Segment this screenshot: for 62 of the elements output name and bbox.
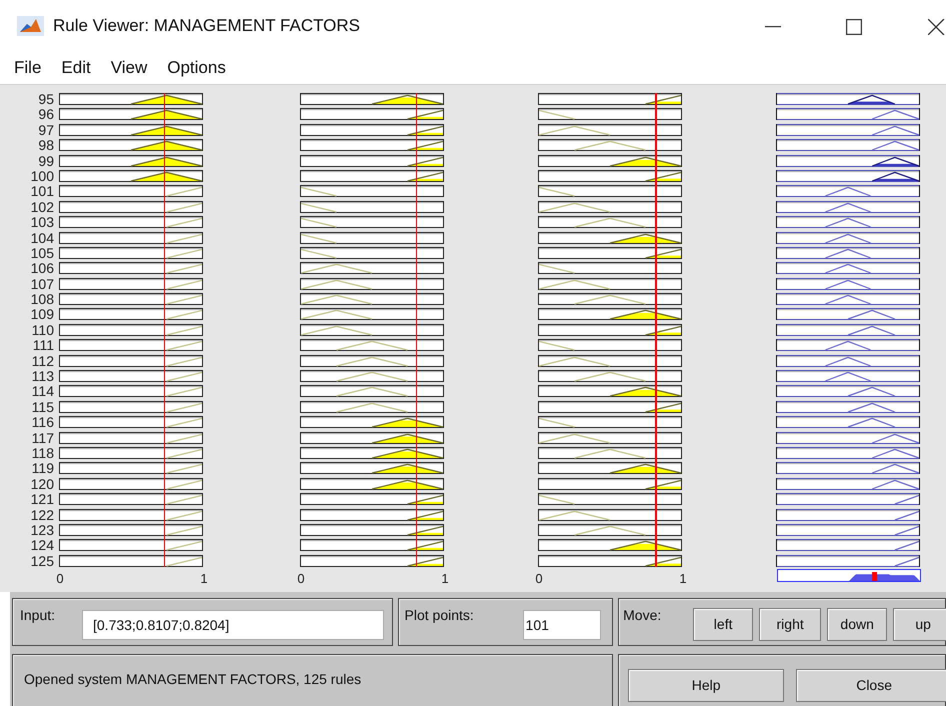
move-button[interactable]: right <box>759 608 822 641</box>
input-field[interactable]: [0.733;0.8107;0.8204] <box>82 610 384 640</box>
close-icon[interactable] <box>928 19 946 35</box>
rule-number: 95 <box>38 93 54 105</box>
rule-number: 105 <box>30 246 54 259</box>
status-message: Opened system MANAGEMENT FACTORS, 125 rules <box>24 670 362 689</box>
rule-number: 120 <box>30 478 54 490</box>
dialog-button[interactable]: Close <box>796 669 946 702</box>
rule-number: 104 <box>30 232 54 244</box>
rule-number: 113 <box>32 370 54 382</box>
move-button[interactable]: up <box>893 608 946 641</box>
rule-number: 121 <box>30 493 54 506</box>
app-logo-icon <box>17 16 44 36</box>
rule-number: 97 <box>38 124 54 136</box>
rule-number: 100 <box>30 170 54 182</box>
rule-number: 118 <box>32 446 54 459</box>
axis-tick-label: 1 <box>440 572 450 586</box>
maximize-icon[interactable] <box>846 19 862 35</box>
menu-item[interactable]: View <box>110 55 148 81</box>
move-button[interactable]: left <box>693 608 754 641</box>
rule-number: 115 <box>32 400 54 413</box>
rule-number: 112 <box>32 354 54 367</box>
axis-tick-label: 0 <box>55 572 65 586</box>
rule-number: 110 <box>32 324 54 336</box>
axis-tick-label: 1 <box>678 572 688 586</box>
window-title: Rule Viewer: MANAGEMENT FACTORS <box>53 15 360 38</box>
rule-number: 103 <box>30 216 54 228</box>
rule-number: 99 <box>38 154 54 167</box>
rule-number: 98 <box>38 139 54 152</box>
rule-number: 111 <box>32 339 54 352</box>
move-label: Move: <box>623 606 662 625</box>
axis-tick-label: 0 <box>534 572 544 586</box>
rule-number: 119 <box>32 462 54 474</box>
rule-number: 108 <box>30 293 54 306</box>
rule-number: 124 <box>30 539 54 552</box>
rule-number: 102 <box>30 200 54 213</box>
rule-number: 122 <box>30 508 54 521</box>
move-button[interactable]: down <box>827 608 888 641</box>
input-value-line[interactable] <box>164 93 166 567</box>
rule-number: 116 <box>32 416 54 428</box>
plot-points-label: Plot points: <box>404 606 474 625</box>
rule-number: 96 <box>38 108 54 120</box>
minimize-icon[interactable] <box>765 25 781 28</box>
menu-item[interactable]: File <box>14 55 42 81</box>
rule-number: 123 <box>30 524 54 536</box>
rule-number: 106 <box>30 262 54 274</box>
rule-number: 101 <box>30 185 54 198</box>
rule-number: 125 <box>30 554 54 567</box>
plot-points-field[interactable]: 101 <box>522 610 601 640</box>
rule-number: 109 <box>30 308 54 320</box>
input-label: Input: <box>20 606 56 625</box>
rule-number: 107 <box>30 278 54 290</box>
dialog-button[interactable]: Help <box>628 669 784 702</box>
rule-number: 114 <box>32 385 54 398</box>
input-value-line[interactable] <box>655 93 657 567</box>
output-value-marker <box>872 572 878 581</box>
rule-number: 117 <box>32 432 54 444</box>
menu-item[interactable]: Edit <box>61 55 91 81</box>
axis-tick-label: 0 <box>296 572 306 586</box>
menu-item[interactable]: Options <box>167 55 226 81</box>
axis-tick-label: 1 <box>199 572 209 586</box>
input-value-line[interactable] <box>416 93 418 567</box>
